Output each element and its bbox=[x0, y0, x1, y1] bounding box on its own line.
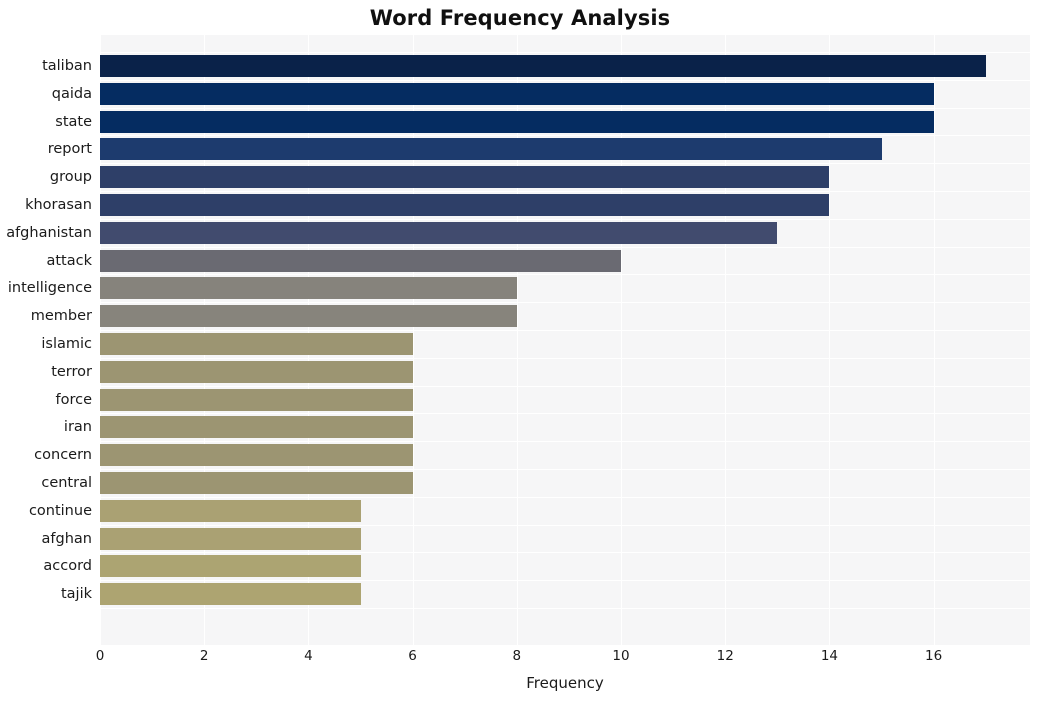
bar-group bbox=[100, 166, 830, 189]
y-axis-label-accord: accord bbox=[43, 558, 92, 575]
y-axis-label-taliban: taliban bbox=[42, 58, 92, 74]
y-axis-label-report: report bbox=[47, 141, 92, 158]
bar-report bbox=[100, 138, 882, 161]
bar-force bbox=[100, 388, 413, 411]
bar-terror bbox=[100, 360, 413, 383]
bars-layer bbox=[100, 35, 1030, 645]
bar-afghanistan bbox=[100, 221, 778, 244]
x-tick-10: 10 bbox=[612, 648, 630, 664]
x-axis-tick-labels: 0 2 4 6 8 10 12 14 16 bbox=[96, 648, 1030, 670]
bar-accord bbox=[100, 555, 361, 578]
y-axis-label-central: central bbox=[41, 475, 92, 491]
y-axis-label-iran: iran bbox=[63, 419, 92, 436]
y-axis-label-khorasan: khorasan bbox=[25, 197, 92, 213]
x-axis-title: Frequency bbox=[526, 674, 604, 692]
bar-concern bbox=[100, 444, 413, 467]
y-axis-label-tajik: tajik bbox=[60, 586, 92, 603]
y-axis-label-afghan: afghan bbox=[41, 530, 92, 547]
bar-continue bbox=[100, 499, 361, 522]
y-axis-label-member: member bbox=[30, 308, 92, 325]
y-axis-label-islamic: islamic bbox=[41, 336, 92, 352]
bar-iran bbox=[100, 416, 413, 439]
y-axis-label-intelligence: intelligence bbox=[7, 280, 92, 297]
x-tick-6: 6 bbox=[408, 648, 417, 664]
y-axis-label-concern: concern bbox=[34, 447, 92, 464]
x-tick-0: 0 bbox=[95, 648, 105, 664]
x-tick-2: 2 bbox=[199, 648, 209, 664]
bar-state bbox=[100, 110, 934, 133]
word-frequency-chart: Word Frequency Analysis taliban qaida stat… bbox=[0, 0, 1040, 701]
bar-qaida bbox=[100, 82, 934, 105]
bar-tajik bbox=[100, 583, 361, 606]
y-axis-label-state: state bbox=[55, 113, 92, 130]
y-axis-label-terror: terror bbox=[51, 363, 92, 380]
y-axis-label-force: force bbox=[55, 391, 92, 408]
bar-khorasan bbox=[100, 194, 830, 216]
bar-intelligence bbox=[100, 277, 517, 300]
bar-afghan bbox=[100, 527, 361, 550]
plot-area bbox=[100, 35, 1030, 645]
y-axis-label-continue: continue bbox=[28, 502, 92, 519]
bar-islamic bbox=[100, 333, 413, 355]
y-axis-category-labels: taliban qaida state report group khorasan afgh… bbox=[0, 35, 92, 645]
y-axis-label-qaida: qaida bbox=[51, 85, 92, 102]
chart-title: Word Frequency Analysis bbox=[369, 6, 671, 30]
bar-taliban bbox=[100, 55, 986, 77]
y-axis-label-attack: attack bbox=[46, 252, 92, 269]
y-axis-label-afghanistan: afghanistan bbox=[6, 224, 92, 241]
x-tick-14: 14 bbox=[820, 648, 838, 664]
bar-central bbox=[100, 472, 413, 494]
y-axis-label-group: group bbox=[49, 169, 92, 186]
x-tick-16: 16 bbox=[925, 648, 943, 664]
x-tick-4: 4 bbox=[304, 648, 313, 664]
bar-member bbox=[100, 305, 517, 328]
x-tick-12: 12 bbox=[716, 648, 734, 664]
x-tick-8: 8 bbox=[512, 648, 522, 664]
bar-attack bbox=[100, 249, 621, 272]
